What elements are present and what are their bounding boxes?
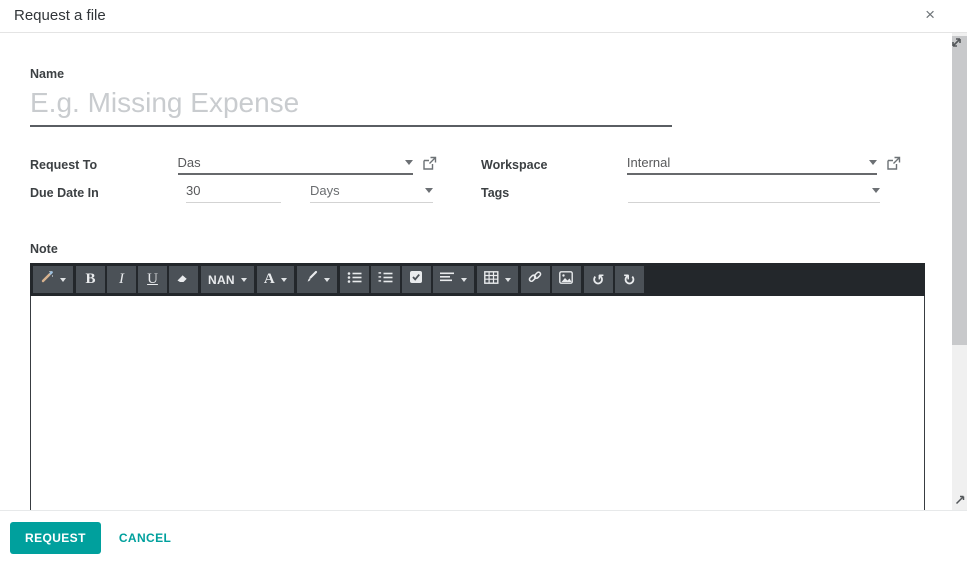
font-name-label: NAN [208,273,235,287]
picture-icon [559,271,573,289]
external-link-icon[interactable] [886,156,901,171]
fields-column-left: Request To Due Date In [30,155,437,211]
tags-label: Tags [481,183,628,200]
redo-button[interactable]: ↻ [615,266,644,293]
due-date-fields: Days [186,183,433,203]
paint-brush-icon [304,270,318,289]
style-dropdown-button[interactable] [33,266,73,293]
font-style-group: B I U [76,266,198,293]
font-name-dropdown[interactable]: NAN [201,266,254,293]
chevron-down-icon[interactable] [869,160,877,165]
request-file-dialog: Request a file × Name Request To [0,0,967,565]
unordered-list-button[interactable] [340,266,369,293]
chevron-down-icon [281,278,287,282]
unordered-list-icon [347,271,362,289]
request-to-field [178,155,413,175]
list-group [340,266,474,293]
close-icon[interactable]: × [925,5,935,25]
due-date-row: Due Date In Days [30,183,437,211]
workspace-field [627,155,877,175]
italic-button[interactable]: I [107,266,136,293]
request-to-row: Request To [30,155,437,183]
chevron-down-icon[interactable] [405,160,413,165]
note-field-group: Note [30,242,967,512]
image-button[interactable] [552,266,581,293]
request-to-input[interactable] [178,155,399,170]
note-label: Note [30,242,967,256]
font-size-group: A [257,266,294,293]
name-label: Name [30,67,672,81]
name-input[interactable] [30,85,672,127]
name-field-group: Name [30,67,672,127]
font-style-label: A [264,271,275,288]
history-group: ↺ ↻ [584,266,644,293]
chevron-down-icon [872,188,880,193]
ordered-list-button[interactable] [371,266,400,293]
magic-wand-icon [40,270,54,289]
undo-icon: ↺ [592,271,605,289]
request-to-label: Request To [30,155,178,172]
link-icon [528,270,542,289]
chevron-down-icon [60,278,66,282]
due-date-label: Due Date In [30,183,186,200]
note-editor-content[interactable] [30,296,925,512]
fields-grid: Request To Due Date In [30,155,967,211]
style-group [33,266,73,293]
due-date-unit-select[interactable]: Days [310,183,433,203]
dialog-body: Name Request To [0,33,967,510]
tags-select[interactable] [628,183,880,203]
resize-grip-icon[interactable] [955,492,965,510]
chevron-down-icon [505,278,511,282]
resize-cursor-icon [951,35,962,53]
font-style-dropdown[interactable]: A [257,266,294,293]
paragraph-align-icon [440,271,455,289]
scrollbar-thumb[interactable] [952,36,967,345]
request-button[interactable]: REQUEST [10,522,101,554]
chevron-down-icon [241,278,247,282]
editor-toolbar: B I U [30,263,925,296]
table-group [477,266,518,293]
chevron-down-icon [461,278,467,282]
redo-icon: ↻ [623,271,636,289]
paragraph-align-dropdown[interactable] [433,266,474,293]
font-name-group: NAN [201,266,254,293]
chevron-down-icon [425,188,433,193]
eraser-icon [176,271,191,289]
workspace-label: Workspace [481,155,627,172]
color-dropdown-button[interactable] [297,266,337,293]
underline-button[interactable]: U [138,266,167,293]
external-link-icon[interactable] [422,156,437,171]
tags-row: Tags [481,183,901,211]
bold-button[interactable]: B [76,266,105,293]
chevron-down-icon [324,278,330,282]
fields-column-right: Workspace Tags [481,155,901,211]
eraser-button[interactable] [169,266,198,293]
insert-group [521,266,581,293]
dialog-footer: REQUEST CANCEL [0,510,967,565]
workspace-row: Workspace [481,155,901,183]
checklist-button[interactable] [402,266,431,293]
table-dropdown-button[interactable] [477,266,518,293]
due-date-input[interactable] [186,183,281,203]
dialog-header: Request a file × [0,0,967,33]
ordered-list-icon [378,271,393,289]
dialog-title: Request a file [14,7,106,24]
cancel-button[interactable]: CANCEL [119,531,171,545]
workspace-input[interactable] [627,155,863,170]
table-icon [484,271,499,289]
checkbox-icon [409,270,423,289]
due-date-unit-value: Days [310,183,419,198]
undo-button[interactable]: ↺ [584,266,613,293]
link-button[interactable] [521,266,550,293]
rich-text-editor: B I U [30,263,925,512]
color-group [297,266,337,293]
